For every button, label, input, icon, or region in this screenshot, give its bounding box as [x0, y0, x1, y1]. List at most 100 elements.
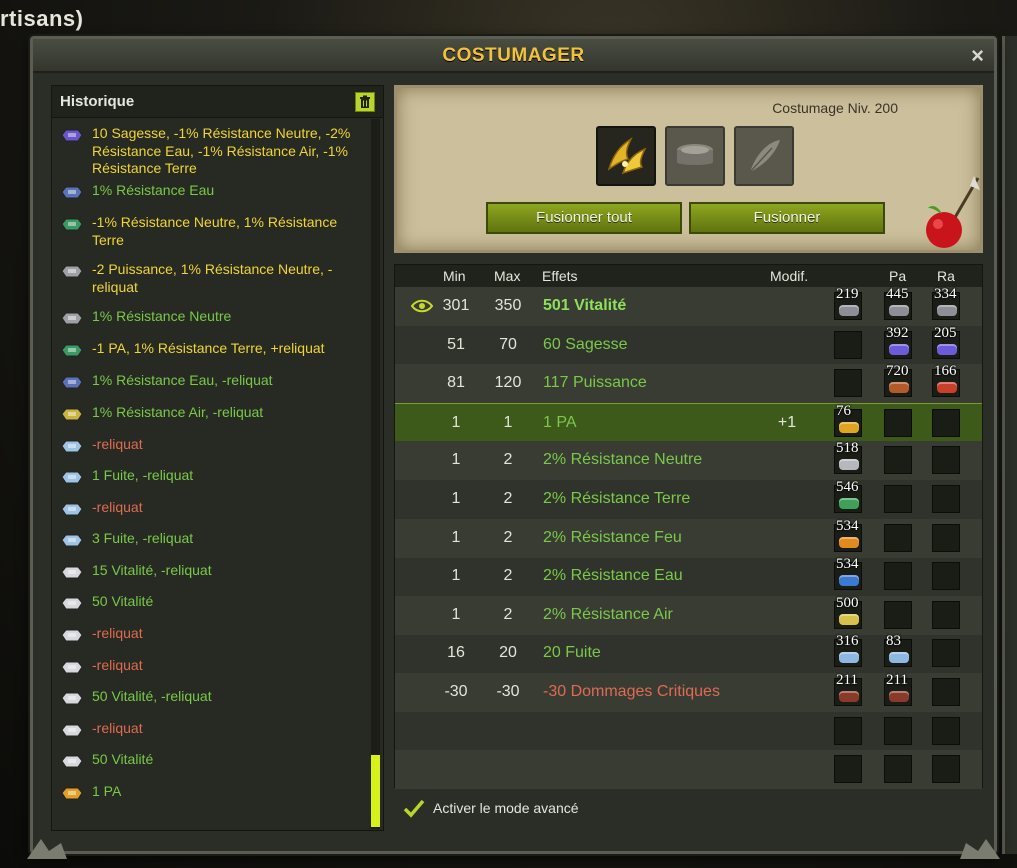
table-row[interactable]: 1 2 2% Résistance Terre 546	[395, 479, 982, 519]
rune-slot[interactable]: 445	[884, 286, 912, 320]
history-item: 1% Résistance Eau, -reliquat	[60, 372, 360, 392]
rune-slot[interactable]	[932, 755, 960, 784]
rune-slot[interactable]	[932, 485, 960, 513]
rune-count: 445	[886, 286, 909, 302]
rune-slot[interactable]	[932, 600, 960, 629]
header-pa: Pa	[889, 268, 907, 284]
row-effect: 117 Puissance	[543, 374, 647, 392]
row-max: 1	[503, 413, 513, 431]
table-row[interactable]: 301 350 501 Vitalité 219 445 334	[395, 286, 982, 326]
rune-slot[interactable]	[665, 126, 725, 186]
history-item-text: 15 Vitalité, -reliquat	[92, 562, 212, 578]
rune-slot[interactable]	[932, 639, 960, 668]
history-item-text: 10 Sagesse, -1% Résistance Neutre, -2% R…	[92, 125, 351, 176]
rune-slot[interactable]	[834, 755, 862, 784]
row-min: 16	[447, 644, 465, 662]
rune-slot[interactable]: 534	[834, 556, 862, 591]
merge-button[interactable]: Fusionner	[689, 202, 885, 234]
rune-count: 211	[836, 672, 858, 688]
header-min: Min	[443, 268, 466, 284]
rune-slot[interactable]: 518	[834, 440, 862, 475]
table-row[interactable]: 1 2 2% Résistance Air 500	[395, 595, 982, 635]
rune-slot[interactable]	[884, 446, 912, 475]
rune-slot[interactable]: 392	[884, 325, 912, 359]
rune-slot[interactable]	[834, 330, 862, 359]
rune-icon	[937, 343, 957, 355]
row-effect: 60 Sagesse	[543, 335, 628, 353]
rune-slot[interactable]: 316	[834, 633, 862, 668]
history-item: -reliquat	[60, 720, 360, 740]
rune-placeholder-icon	[677, 144, 713, 165]
trash-icon[interactable]	[355, 92, 375, 112]
rune-slot[interactable]	[884, 600, 912, 629]
table-row[interactable]: 1 2 2% Résistance Neutre 518	[395, 440, 982, 481]
history-item-text: 50 Vitalité, -reliquat	[92, 688, 212, 704]
rune-slot[interactable]	[932, 716, 960, 745]
rune-slot[interactable]	[932, 523, 960, 552]
table-header: Min Max Effets Modif. Pa Ra	[395, 265, 982, 287]
rune-slot[interactable]	[932, 408, 960, 437]
table-row[interactable]: 1 2 2% Résistance Eau 534	[395, 556, 982, 596]
history-item: 1% Résistance Air, -reliquat	[60, 404, 360, 424]
rune-slot[interactable]: 534	[834, 518, 862, 552]
rune-count: 720	[886, 363, 909, 380]
history-item: 3 Fuite, -reliquat	[60, 530, 360, 550]
rune-count: 219	[836, 286, 859, 302]
rune-slot[interactable]	[932, 678, 960, 706]
advanced-mode-label: Activer le mode avancé	[433, 800, 579, 816]
table-row[interactable]: 51 70 60 Sagesse 392 205	[395, 325, 982, 365]
rune-slot[interactable]	[834, 716, 862, 745]
rune-slot[interactable]	[884, 755, 912, 784]
history-scrollbar[interactable]	[371, 119, 380, 829]
rune-slot[interactable]	[884, 485, 912, 513]
white-rune-icon	[61, 597, 83, 610]
history-item-text: 1 PA	[92, 783, 122, 799]
history-item-text: 1% Résistance Neutre	[92, 308, 232, 324]
table-row[interactable]	[395, 712, 982, 751]
table-row[interactable]: 16 20 20 Fuite 316 83	[395, 633, 982, 673]
rune-slot[interactable]	[932, 446, 960, 475]
potion-slot[interactable]	[734, 126, 794, 186]
rune-slot[interactable]: 720	[884, 363, 912, 398]
table-row[interactable]: 1 1 1 PA +1 76	[395, 402, 982, 442]
rune-slot[interactable]: 334	[932, 286, 960, 320]
history-panel: Historique 10 Sagesse, -1% Résistance Ne…	[51, 85, 384, 831]
rune-slot[interactable]: 166	[932, 363, 960, 398]
history-list[interactable]: 10 Sagesse, -1% Résistance Neutre, -2% R…	[52, 119, 368, 831]
rune-slot[interactable]: 76	[834, 403, 862, 437]
window-titlebar[interactable]: COSTUMAGER ×	[33, 39, 994, 73]
history-item-text: 1 Fuite, -reliquat	[92, 467, 194, 483]
history-item-text: -reliquat	[92, 625, 143, 641]
close-icon[interactable]: ×	[971, 43, 984, 69]
rune-slot[interactable]: 546	[834, 479, 862, 513]
rune-slot[interactable]	[884, 562, 912, 591]
rune-slot[interactable]: 211	[884, 672, 912, 706]
rune-slot[interactable]	[884, 408, 912, 437]
rune-slot[interactable]: 83	[884, 633, 912, 668]
item-slot[interactable]	[596, 126, 656, 186]
rune-slot[interactable]	[932, 562, 960, 591]
rune-slot[interactable]	[884, 716, 912, 745]
merge-all-button[interactable]: Fusionner tout	[486, 202, 682, 234]
rune-count: 392	[886, 324, 909, 341]
row-effect: 501 Vitalité	[543, 297, 627, 314]
rune-slot[interactable]: 219	[834, 286, 862, 320]
table-row[interactable]	[395, 750, 982, 790]
rune-count: 205	[934, 324, 957, 341]
rune-slot[interactable]	[834, 369, 862, 398]
rune-slot[interactable]: 205	[932, 325, 960, 359]
history-scrollbar-thumb[interactable]	[371, 755, 380, 827]
eye-icon[interactable]	[411, 298, 433, 314]
white-rune-icon	[61, 692, 83, 705]
table-row[interactable]: 81 120 117 Puissance 720 166	[395, 363, 982, 404]
advanced-mode-checkbox[interactable]: Activer le mode avancé	[403, 797, 579, 819]
rune-count: 500	[836, 594, 859, 611]
rune-slot[interactable]: 211	[834, 672, 862, 706]
table-row[interactable]: -30 -30 -30 Dommages Critiques 211 211	[395, 672, 982, 712]
rune-slot[interactable]	[884, 523, 912, 552]
history-title: Historique	[60, 93, 135, 110]
rune-slot[interactable]: 500	[834, 595, 862, 629]
row-effect: 2% Résistance Air	[543, 605, 673, 623]
table-row[interactable]: 1 2 2% Résistance Feu 534	[395, 518, 982, 558]
rune-icon	[839, 613, 859, 625]
